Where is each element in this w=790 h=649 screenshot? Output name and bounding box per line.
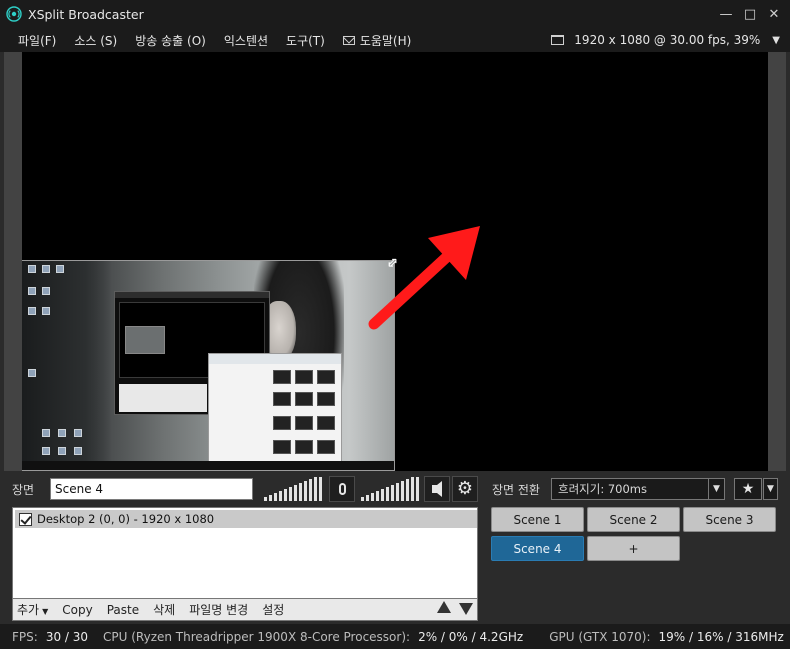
move-down-icon[interactable] xyxy=(459,603,473,615)
resolution-text: 1920 x 1080 @ 30.00 fps, 39% xyxy=(574,33,761,47)
mic-volume-meter[interactable] xyxy=(264,477,322,501)
desktop-shortcut-icon xyxy=(42,265,50,273)
rename-button[interactable]: 파일명 변경 xyxy=(182,601,255,618)
add-scene-button[interactable]: + xyxy=(587,536,680,561)
speaker-volume-meter[interactable] xyxy=(361,477,419,501)
speaker-button[interactable] xyxy=(424,476,450,502)
scene-1-button[interactable]: Scene 1 xyxy=(491,507,584,532)
settings-button[interactable]: 설정 xyxy=(255,601,291,618)
mic-button[interactable] xyxy=(329,476,355,502)
red-arrow-annotation xyxy=(368,226,480,330)
scene-3-button[interactable]: Scene 3 xyxy=(683,507,776,532)
star-plus-icon: ★ xyxy=(741,481,755,497)
window-title: XSplit Broadcaster xyxy=(28,6,144,22)
desktop-shortcut-icon xyxy=(56,265,64,273)
nested-explorer-window xyxy=(208,353,342,467)
list-item[interactable]: Desktop 2 (0, 0) - 1920 x 1080 xyxy=(15,510,477,528)
transition-value: 흐려지기: 700ms xyxy=(558,482,647,496)
menu-broadcast[interactable]: 방송 송출 (O) xyxy=(126,28,215,52)
cpu-label: CPU (Ryzen Threadripper 1900X 8-Core Pro… xyxy=(103,629,411,644)
transition-label: 장면 전환 xyxy=(492,483,540,497)
speaker-icon xyxy=(432,481,442,497)
source-visibility-checkbox[interactable] xyxy=(19,512,32,526)
maximize-button[interactable]: □ xyxy=(738,0,762,28)
fps-value: 30 / 30 xyxy=(45,629,89,644)
transition-select[interactable]: 흐려지기: 700ms ▼ xyxy=(551,478,725,500)
caret-down-icon: ▼ xyxy=(42,607,49,616)
desktop-shortcut-icon xyxy=(28,369,36,377)
reorder-arrows xyxy=(437,601,473,615)
resolution-selector[interactable]: 1920 x 1080 @ 30.00 fps, 39% ▼ xyxy=(551,28,780,52)
desktop-shortcut-icon xyxy=(28,287,36,295)
scene-2-button[interactable]: Scene 2 xyxy=(587,507,680,532)
source-toolbar: 추가 ▼ Copy Paste 삭제 파일명 변경 설정 xyxy=(12,599,478,621)
menu-file[interactable]: 파일(F) xyxy=(0,28,65,52)
gpu-value: 19% / 16% / 316MHz xyxy=(658,629,784,644)
fps-label: FPS: xyxy=(12,629,38,644)
desktop-shortcut-icon xyxy=(58,429,66,437)
desktop-taskbar xyxy=(22,461,394,470)
desktop-shortcut-icon xyxy=(28,307,36,315)
menu-help-label: 도움말(H) xyxy=(359,33,412,48)
add-source-button[interactable]: 추가 ▼ xyxy=(13,601,55,618)
status-bar: FPS: 30 / 30 CPU (Ryzen Threadripper 190… xyxy=(0,624,790,649)
audio-settings-button[interactable]: ⚙ xyxy=(452,476,478,502)
mail-icon xyxy=(342,35,355,45)
desktop-shortcut-icon xyxy=(58,447,66,455)
desktop-shortcut-icon xyxy=(28,265,36,273)
scene-label: 장면 xyxy=(12,483,35,497)
menu-help[interactable]: 도움말(H) xyxy=(334,28,421,52)
delete-button[interactable]: 삭제 xyxy=(146,601,182,618)
desktop-shortcut-icon xyxy=(74,429,82,437)
close-button[interactable]: ✕ xyxy=(762,0,786,28)
add-favorite-transition-button[interactable]: ★ xyxy=(734,478,762,500)
desktop-shortcut-icon xyxy=(74,447,82,455)
add-source-label: 추가 xyxy=(17,603,40,617)
paste-button[interactable]: Paste xyxy=(100,603,146,617)
xsplit-logo-icon xyxy=(6,6,22,22)
window-controls: — □ ✕ xyxy=(714,0,786,28)
preview-canvas[interactable]: ⇔ xyxy=(22,52,768,471)
move-up-icon[interactable] xyxy=(437,601,451,613)
menu-extensions[interactable]: 익스텐션 xyxy=(215,28,277,52)
microphone-icon xyxy=(338,483,346,495)
scene-name-input[interactable] xyxy=(50,478,253,500)
minimize-button[interactable]: — xyxy=(714,0,738,28)
desktop-shortcut-icon xyxy=(42,429,50,437)
copy-button[interactable]: Copy xyxy=(55,603,99,617)
title-bar: XSplit Broadcaster — □ ✕ xyxy=(0,0,790,28)
desktop-shortcut-icon xyxy=(42,307,50,315)
monitor-icon xyxy=(551,35,565,45)
desktop-shortcut-icon xyxy=(42,447,50,455)
resolution-caret-icon: ▼ xyxy=(772,34,780,46)
preview-right-margin xyxy=(768,52,786,471)
source-list[interactable]: Desktop 2 (0, 0) - 1920 x 1080 xyxy=(12,507,478,599)
bottom-panel: 장면 ⚙ Desktop 2 (0, 0) - 1920 x 1080 추가▼ … xyxy=(0,471,790,624)
cpu-value: 2% / 0% / 4.2GHz xyxy=(418,629,524,644)
preview-left-margin xyxy=(4,52,22,471)
source-item-label: Desktop 2 (0, 0) - 1920 x 1080 xyxy=(37,512,215,526)
desktop-shortcut-icon xyxy=(42,287,50,295)
desktop-source-preview[interactable] xyxy=(22,260,395,471)
preview-area: ⇔ xyxy=(0,52,790,471)
menu-sources[interactable]: 소스 (S) xyxy=(65,28,126,52)
chevron-down-icon[interactable]: ▼ xyxy=(708,479,724,499)
scene-4-button[interactable]: Scene 4 xyxy=(491,536,584,561)
gear-icon: ⚙ xyxy=(456,478,474,499)
gpu-label: GPU (GTX 1070): xyxy=(549,629,651,644)
favorite-caret-button[interactable]: ▼ xyxy=(763,478,778,500)
menu-tools[interactable]: 도구(T) xyxy=(277,28,334,52)
